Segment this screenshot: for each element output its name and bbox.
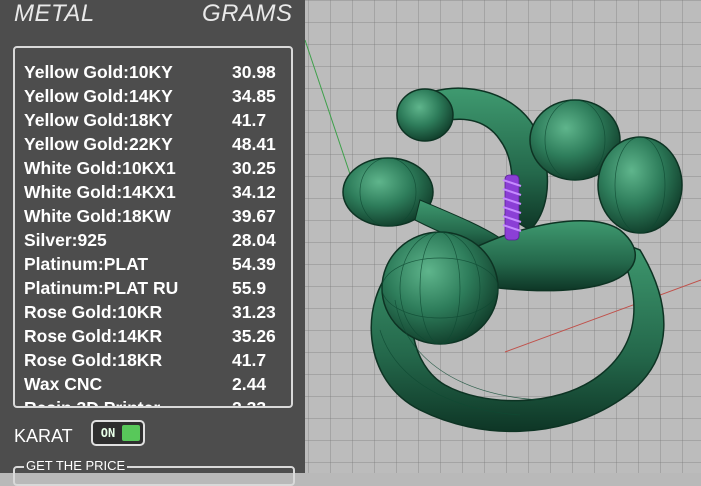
metal-name: Platinum:PLAT RU bbox=[24, 278, 179, 298]
metal-grams: 28.04 bbox=[232, 230, 276, 250]
list-item[interactable]: Rose Gold:14KR 35.26 bbox=[24, 324, 289, 348]
grams-column-header: GRAMS bbox=[202, 0, 293, 27]
metal-name: Yellow Gold:14KY bbox=[24, 86, 173, 106]
metal-grams: 34.12 bbox=[232, 182, 276, 202]
list-item[interactable]: Rose Gold:10KR 31.23 bbox=[24, 300, 289, 324]
list-item[interactable]: White Gold:18KW 39.67 bbox=[24, 204, 289, 228]
metal-grams: 39.67 bbox=[232, 206, 276, 226]
metal-grams: 30.25 bbox=[232, 158, 276, 178]
metal-name: Platinum:PLAT bbox=[24, 254, 149, 274]
metal-grams: 41.7 bbox=[232, 350, 267, 370]
metal-grams: 41.7 bbox=[232, 110, 267, 130]
metal-grams: 55.9 bbox=[232, 278, 267, 298]
list-item[interactable]: Yellow Gold:22KY 48.41 bbox=[24, 132, 289, 156]
list-item[interactable]: Platinum:PLAT 54.39 bbox=[24, 252, 289, 276]
metal-name: White Gold:14KX1 bbox=[24, 182, 176, 202]
metal-grams: 2.44 bbox=[232, 374, 267, 394]
metal-name: Resin 3D Printer bbox=[24, 398, 161, 408]
metal-name: White Gold:10KX1 bbox=[24, 158, 176, 178]
list-item[interactable]: Platinum:PLAT RU 55.9 bbox=[24, 276, 289, 300]
metal-grams: 34.85 bbox=[232, 86, 276, 106]
y-axis-line bbox=[304, 39, 353, 181]
metal-grams: 48.41 bbox=[232, 134, 276, 154]
list-item[interactable]: White Gold:14KX1 34.12 bbox=[24, 180, 289, 204]
list-item[interactable]: Yellow Gold:14KY 34.85 bbox=[24, 84, 289, 108]
metal-name: Silver:925 bbox=[24, 230, 107, 250]
screw-thread bbox=[502, 174, 522, 241]
karat-toggle[interactable]: ON bbox=[91, 420, 145, 446]
metal-grams: 31.23 bbox=[232, 302, 276, 322]
toggle-knob bbox=[122, 425, 140, 441]
metal-weight-panel: METAL GRAMS Yellow Gold:10KY 30.98 Yellow… bbox=[0, 0, 305, 486]
metal-name: Yellow Gold:18KY bbox=[24, 110, 173, 130]
metal-name: Yellow Gold:10KY bbox=[24, 62, 173, 82]
metal-grams: 35.26 bbox=[232, 326, 276, 346]
metal-name: Rose Gold:10KR bbox=[24, 302, 163, 322]
metal-grams: 2.33 bbox=[232, 398, 267, 408]
metal-grams: 30.98 bbox=[232, 62, 276, 82]
karat-label: KARAT bbox=[14, 426, 73, 446]
list-item[interactable]: Wax CNC 2.44 bbox=[24, 372, 289, 396]
metal-name: Rose Gold:18KR bbox=[24, 350, 163, 370]
list-item[interactable]: Rose Gold:18KR 41.7 bbox=[24, 348, 289, 372]
list-item[interactable]: Yellow Gold:18KY 41.7 bbox=[24, 108, 289, 132]
list-item[interactable]: Yellow Gold:10KY 30.98 bbox=[24, 60, 289, 84]
bulb-right bbox=[597, 136, 683, 234]
metal-name: Rose Gold:14KR bbox=[24, 326, 163, 346]
metal-name: Yellow Gold:22KY bbox=[24, 134, 173, 154]
metal-name: Wax CNC bbox=[24, 374, 103, 394]
list-item[interactable]: Resin 3D Printer 2.33 bbox=[24, 396, 289, 408]
metal-name: White Gold:18KW bbox=[24, 206, 171, 226]
get-price-label: GET THE PRICE bbox=[24, 458, 128, 473]
toggle-state-text: ON bbox=[100, 426, 116, 440]
list-item[interactable]: White Gold:10KX1 30.25 bbox=[24, 156, 289, 180]
metal-column-header: METAL bbox=[14, 0, 95, 27]
metal-grams: 54.39 bbox=[232, 254, 276, 274]
metal-list[interactable]: Yellow Gold:10KY 30.98 Yellow Gold:14KY 34… bbox=[13, 46, 293, 408]
bulb-front bbox=[381, 231, 499, 345]
list-item[interactable]: Silver:925 28.04 bbox=[24, 228, 289, 252]
